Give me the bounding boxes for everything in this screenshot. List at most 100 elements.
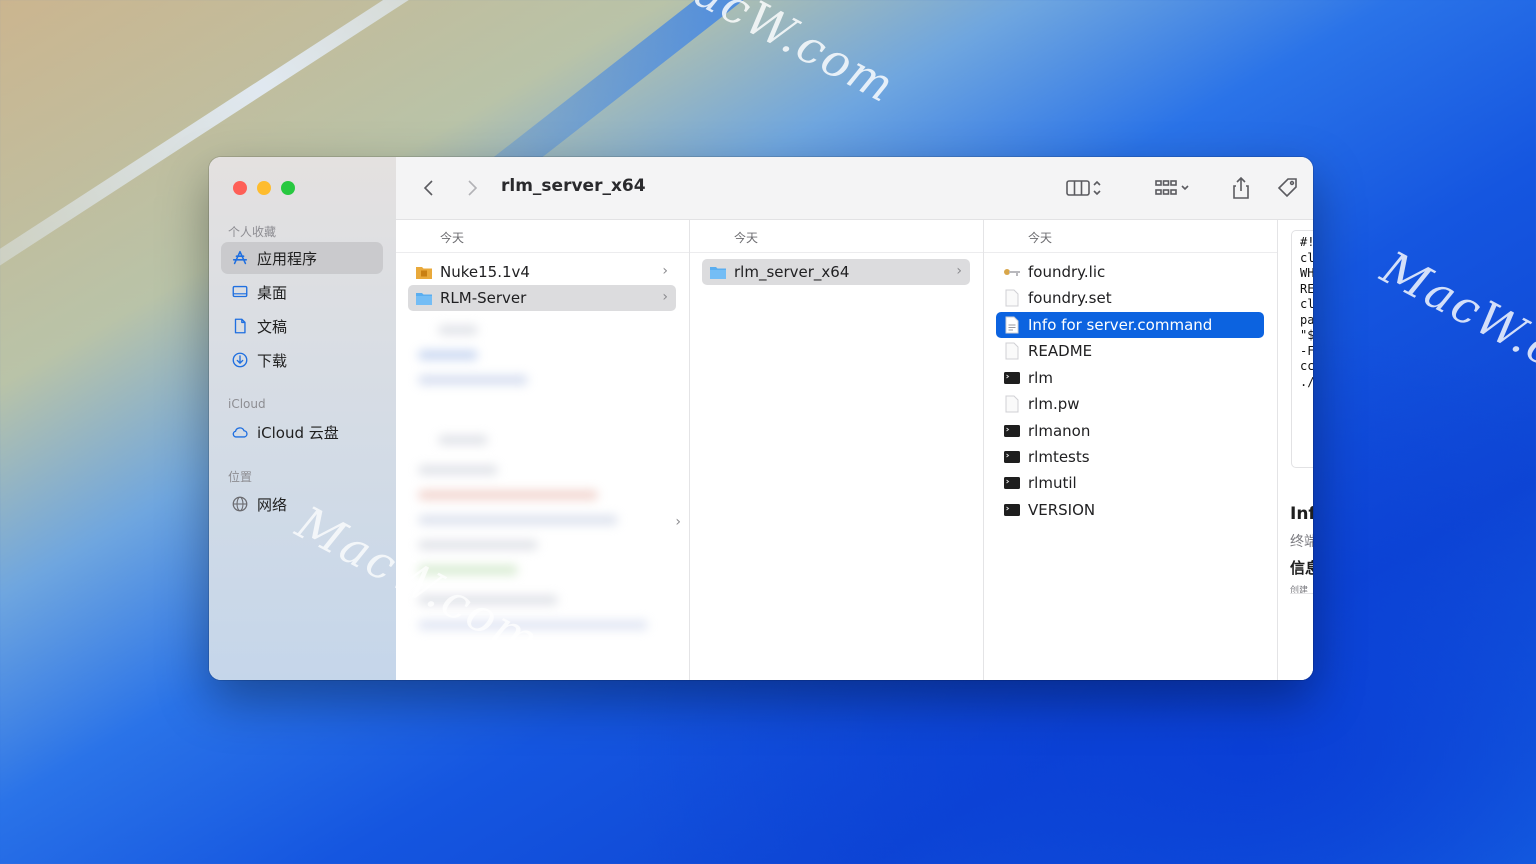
sidebar-item-documents[interactable]: 文稿 — [221, 310, 383, 342]
finder-window: 个人收藏 应用程序 桌面 文稿 下载 iCloud iCloud 云盘 位置 网… — [209, 157, 1313, 680]
group-button[interactable] — [1148, 173, 1196, 203]
column-3: 今天 foundry.lic foundry.set Info for serv… — [984, 220, 1278, 680]
sidebar-item-downloads[interactable]: 下载 — [221, 344, 383, 376]
item-name: rlm — [1028, 369, 1053, 387]
preview-file-name: Inf — [1290, 504, 1313, 524]
list-item[interactable]: foundry.lic — [996, 259, 1264, 285]
sidebar-item-label: 应用程序 — [257, 249, 318, 268]
sidebar-item-label: iCloud 云盘 — [257, 423, 339, 442]
column-header: 今天 — [396, 220, 689, 253]
code-line: -F — [1300, 343, 1313, 358]
terminal-icon — [1002, 421, 1022, 441]
list-item[interactable]: rlm_server_x64 › — [702, 259, 970, 285]
list-item[interactable]: rlmtests — [996, 444, 1264, 470]
column-header: 今天 — [984, 220, 1277, 253]
terminal-icon — [1002, 447, 1022, 467]
item-name: README — [1028, 342, 1093, 360]
code-line: RE — [1300, 281, 1313, 296]
list-item[interactable]: rlmanon — [996, 418, 1264, 444]
item-name: foundry.set — [1028, 289, 1112, 307]
desktop-icon — [230, 282, 250, 302]
app-store-icon — [230, 248, 250, 268]
watermark: MacW.com — [1372, 240, 1536, 414]
blurred-content — [408, 315, 658, 635]
list-item[interactable]: Info for server.command — [996, 312, 1264, 338]
sidebar-item-label: 文稿 — [257, 317, 288, 336]
list-item[interactable]: Nuke15.1v4 › — [408, 259, 676, 285]
code-line: cl — [1300, 297, 1313, 311]
list-item[interactable]: rlm — [996, 365, 1264, 391]
close-button[interactable] — [233, 181, 247, 195]
code-line: ./ — [1300, 374, 1313, 389]
item-name: rlmtests — [1028, 448, 1090, 466]
sidebar-item-network[interactable]: 网络 — [221, 488, 383, 520]
preview-pane: #! cl WH RE cl pa "$ -F cc ./ Inf 终端 信息 … — [1278, 220, 1313, 680]
preview-info-meta: 创建 — [1290, 586, 1309, 596]
chevron-left-icon — [423, 180, 433, 196]
list-item[interactable]: rlmutil — [996, 470, 1264, 496]
chevron-down-icon — [1181, 185, 1189, 191]
column-browser: 今天 Nuke15.1v4 › RLM-Server › › 今天 rlm_se… — [396, 220, 1313, 680]
column-1: 今天 Nuke15.1v4 › RLM-Server › › — [396, 220, 690, 680]
sidebar-section-icloud: iCloud — [228, 397, 266, 411]
column-2: 今天 rlm_server_x64 › — [690, 220, 984, 680]
terminal-icon — [1002, 500, 1022, 520]
sidebar-item-label: 下载 — [257, 351, 288, 370]
item-name: VERSION — [1028, 501, 1096, 519]
toolbar: rlm_server_x64 — [396, 157, 1313, 220]
sidebar-item-icloud-drive[interactable]: iCloud 云盘 — [221, 416, 383, 448]
tag-icon — [1277, 178, 1297, 198]
chevron-right-icon: › — [662, 289, 668, 305]
list-item[interactable]: VERSION — [996, 497, 1264, 523]
sidebar-item-desktop[interactable]: 桌面 — [221, 276, 383, 308]
sidebar-item-label: 网络 — [257, 495, 288, 514]
cloud-icon — [230, 422, 250, 442]
package-icon — [414, 262, 434, 282]
item-name: Nuke15.1v4 — [440, 263, 530, 281]
divider — [1290, 593, 1313, 594]
sidebar-section-locations: 位置 — [228, 470, 253, 484]
view-mode-button[interactable] — [1056, 173, 1112, 203]
list-item[interactable]: rlm.pw — [996, 391, 1264, 417]
file-icon — [1002, 288, 1022, 308]
globe-icon — [230, 494, 250, 514]
share-icon — [1233, 176, 1249, 199]
chevron-right-icon: › — [956, 263, 962, 279]
grid-icon — [1155, 180, 1177, 195]
item-name: rlmanon — [1028, 422, 1091, 440]
list-item[interactable]: foundry.set — [996, 285, 1264, 311]
sidebar-item-applications[interactable]: 应用程序 — [221, 242, 383, 274]
minimize-button[interactable] — [257, 181, 271, 195]
code-line: pa — [1300, 312, 1313, 327]
item-name: foundry.lic — [1028, 263, 1106, 281]
chevron-right-icon: › — [675, 514, 681, 530]
item-name: rlmutil — [1028, 474, 1077, 492]
sidebar-item-label: 桌面 — [257, 283, 288, 302]
preview-info-heading: 信息 — [1290, 559, 1313, 577]
chevron-right-icon: › — [662, 263, 668, 279]
code-line: cl — [1300, 250, 1313, 265]
folder-icon — [414, 288, 434, 308]
tags-button[interactable] — [1274, 173, 1302, 203]
back-button[interactable] — [416, 173, 442, 203]
item-name: RLM-Server — [440, 289, 527, 307]
window-title: rlm_server_x64 — [501, 176, 646, 196]
forward-button[interactable] — [459, 173, 485, 203]
chevron-right-icon — [468, 180, 478, 196]
preview-file-kind: 终端 — [1290, 534, 1313, 550]
item-name: rlm.pw — [1028, 395, 1080, 413]
document-icon — [230, 316, 250, 336]
list-item[interactable]: README — [996, 338, 1264, 364]
code-line: WH — [1300, 266, 1313, 280]
maximize-button[interactable] — [281, 181, 295, 195]
item-name: rlm_server_x64 — [734, 263, 850, 281]
column-header: 今天 — [690, 220, 983, 253]
folder-icon — [708, 262, 728, 282]
list-item[interactable]: RLM-Server › — [408, 285, 676, 311]
download-icon — [230, 350, 250, 370]
file-icon — [1002, 394, 1022, 414]
code-line: #! — [1300, 235, 1313, 249]
share-button[interactable] — [1228, 173, 1254, 203]
file-icon — [1002, 315, 1022, 335]
key-icon — [1002, 262, 1022, 282]
